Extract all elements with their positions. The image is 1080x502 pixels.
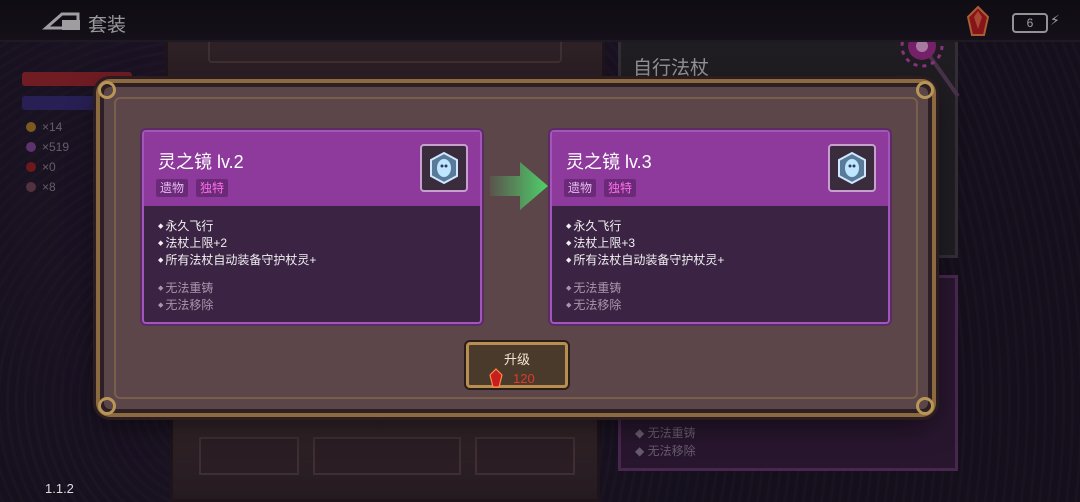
upgrade-button[interactable]: 升级 120	[466, 342, 568, 388]
effect-item: 法杖上限+2	[158, 235, 316, 252]
relic-title: 灵之镜 lv.2	[158, 152, 244, 172]
note-item: 无法重铸	[566, 280, 621, 297]
tag-relic: 遗物	[564, 179, 597, 197]
tag-unique: 独特	[196, 179, 229, 197]
effect-item: 永久飞行	[158, 218, 316, 235]
note-item: 无法重铸	[158, 280, 213, 297]
card-header: 灵之镜 lv.3 遗物 独特	[552, 132, 888, 206]
red-gem-icon	[489, 368, 503, 388]
effect-item: 法杖上限+3	[566, 235, 724, 252]
relic-card-current: 灵之镜 lv.2 遗物 独特 永久飞行 法杖上限+2 所有法杖自动装备守护杖灵+…	[142, 130, 482, 324]
card-header: 灵之镜 lv.2 遗物 独特	[144, 132, 480, 206]
note-item: 无法移除	[566, 297, 621, 314]
spirit-mirror-icon	[828, 144, 876, 192]
note-item: 无法移除	[158, 297, 213, 314]
version-label: 1.1.2	[45, 481, 74, 496]
relic-title: 灵之镜 lv.3	[566, 152, 652, 172]
cost-value: 120	[513, 370, 535, 386]
upgrade-cost: 120	[489, 368, 535, 388]
effect-item: 所有法杖自动装备守护杖灵+	[566, 252, 724, 269]
effect-item: 所有法杖自动装备守护杖灵+	[158, 252, 316, 269]
ornament-corner	[98, 397, 116, 415]
ornament-corner	[98, 81, 116, 99]
arrow-right-icon	[490, 162, 548, 210]
relic-card-next: 灵之镜 lv.3 遗物 独特 永久飞行 法杖上限+3 所有法杖自动装备守护杖灵+…	[550, 130, 890, 324]
note-list: 无法重铸 无法移除	[566, 280, 621, 314]
note-list: 无法重铸 无法移除	[158, 280, 213, 314]
ornament-corner	[916, 81, 934, 99]
effect-list: 永久飞行 法杖上限+2 所有法杖自动装备守护杖灵+	[158, 218, 316, 269]
effect-item: 永久飞行	[566, 218, 724, 235]
spirit-mirror-icon	[420, 144, 468, 192]
ornament-corner	[916, 397, 934, 415]
upgrade-label: 升级	[503, 352, 530, 367]
tag-relic: 遗物	[156, 179, 189, 197]
effect-list: 永久飞行 法杖上限+3 所有法杖自动装备守护杖灵+	[566, 218, 724, 269]
tag-unique: 独特	[604, 179, 637, 197]
